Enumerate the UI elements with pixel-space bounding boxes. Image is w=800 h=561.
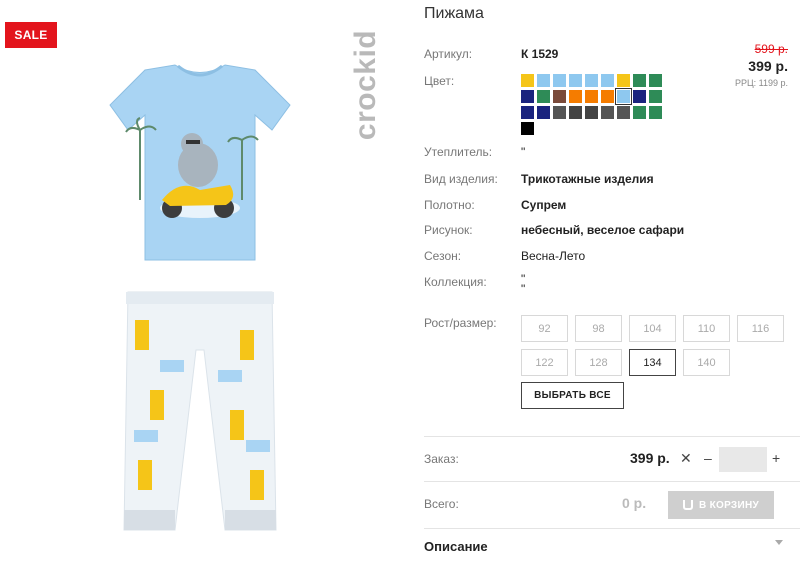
size-selector: 92 98 104 110 116 122 128 134 140: [521, 315, 793, 383]
type-value: Трикотажные изделия: [521, 172, 654, 186]
color-swatch[interactable]: [633, 106, 646, 119]
order-price: 399 р.: [630, 450, 670, 466]
size-row: 122 128 134 140: [521, 349, 793, 376]
divider: [424, 528, 800, 529]
color-swatch[interactable]: [649, 90, 662, 103]
color-swatch[interactable]: [569, 90, 582, 103]
color-swatch[interactable]: [521, 90, 534, 103]
size-option-128[interactable]: 128: [575, 349, 622, 376]
add-to-cart-button[interactable]: В КОРЗИНУ: [668, 491, 774, 519]
color-swatch[interactable]: [601, 106, 614, 119]
swatch-row: [521, 122, 671, 135]
size-option-92[interactable]: 92: [521, 315, 568, 342]
total-value: 0 р.: [622, 495, 647, 511]
current-price: 399 р.: [748, 58, 788, 74]
type-label: Вид изделия:: [424, 172, 498, 186]
color-swatch[interactable]: [585, 90, 598, 103]
bag-icon: [682, 500, 693, 510]
divider: [424, 436, 800, 437]
order-label: Заказ:: [424, 452, 459, 466]
color-swatch[interactable]: [569, 74, 582, 87]
color-swatch[interactable]: [601, 90, 614, 103]
total-label: Всего:: [424, 497, 459, 511]
fabric-label: Полотно:: [424, 198, 475, 212]
quantity-input[interactable]: [719, 447, 767, 472]
color-swatches: [521, 74, 671, 138]
product-photo: SALE crockid: [0, 0, 400, 561]
color-swatch[interactable]: [585, 106, 598, 119]
size-option-98[interactable]: 98: [575, 315, 622, 342]
color-swatch[interactable]: [617, 74, 630, 87]
color-swatch[interactable]: [537, 106, 550, 119]
color-swatch[interactable]: [615, 88, 632, 105]
season-value: Весна-Лето: [521, 249, 586, 263]
insulation-label: Утеплитель:: [424, 145, 493, 159]
color-swatch[interactable]: [521, 106, 534, 119]
quantity-decrease-button[interactable]: –: [704, 450, 712, 466]
description-toggle[interactable]: Описание: [424, 539, 488, 554]
size-option-122[interactable]: 122: [521, 349, 568, 376]
brand-logo-text: crockid: [349, 29, 382, 141]
size-option-104[interactable]: 104: [629, 315, 676, 342]
color-swatch[interactable]: [537, 90, 550, 103]
color-swatch[interactable]: [521, 74, 534, 87]
pajama-image: [109, 64, 291, 531]
times-icon: ✕: [680, 450, 692, 466]
season-label: Сезон:: [424, 249, 462, 263]
insulation-value: ": [521, 145, 526, 159]
color-swatch[interactable]: [601, 74, 614, 87]
color-swatch[interactable]: [553, 74, 566, 87]
size-row: 92 98 104 110 116: [521, 315, 793, 342]
color-swatch[interactable]: [553, 90, 566, 103]
size-option-140[interactable]: 140: [683, 349, 730, 376]
sale-badge: SALE: [5, 22, 57, 48]
swatch-row: [521, 88, 671, 105]
rrp-price: РРЦ: 1199 р.: [734, 78, 788, 88]
color-label: Цвет:: [424, 74, 455, 88]
color-swatch[interactable]: [617, 106, 630, 119]
color-swatch[interactable]: [569, 106, 582, 119]
brand-logo: crockid: [346, 10, 386, 160]
color-swatch[interactable]: [553, 106, 566, 119]
pattern-label: Рисунок:: [424, 223, 473, 237]
size-option-116[interactable]: 116: [737, 315, 784, 342]
chevron-down-icon[interactable]: [775, 540, 783, 545]
divider: [424, 481, 800, 482]
size-label: Рост/размер:: [424, 316, 497, 330]
add-to-cart-label: В КОРЗИНУ: [698, 499, 759, 511]
color-swatch[interactable]: [633, 74, 646, 87]
swatch-row: [521, 74, 671, 87]
product-title: Пижама: [424, 5, 484, 22]
article-value: К 1529: [521, 47, 559, 61]
size-option-134[interactable]: 134: [629, 349, 676, 376]
article-label: Артикул:: [424, 47, 473, 61]
quantity-increase-button[interactable]: +: [772, 450, 780, 466]
color-swatch[interactable]: [633, 90, 646, 103]
color-swatch[interactable]: [585, 74, 598, 87]
color-swatch[interactable]: [521, 122, 534, 135]
swatch-row: [521, 106, 671, 119]
pattern-value: небесный, веселое сафари: [521, 223, 685, 237]
collection-label: Коллекция:: [424, 275, 487, 289]
size-option-110[interactable]: 110: [683, 315, 730, 342]
color-swatch[interactable]: [537, 74, 550, 87]
old-price: 599 р.: [754, 42, 788, 56]
color-swatch[interactable]: [649, 74, 662, 87]
color-swatch[interactable]: [649, 106, 662, 119]
select-all-sizes-button[interactable]: ВЫБРАТЬ ВСЕ: [521, 382, 624, 409]
collection-value-2: ": [521, 282, 526, 296]
fabric-value: Супрем: [521, 198, 567, 212]
